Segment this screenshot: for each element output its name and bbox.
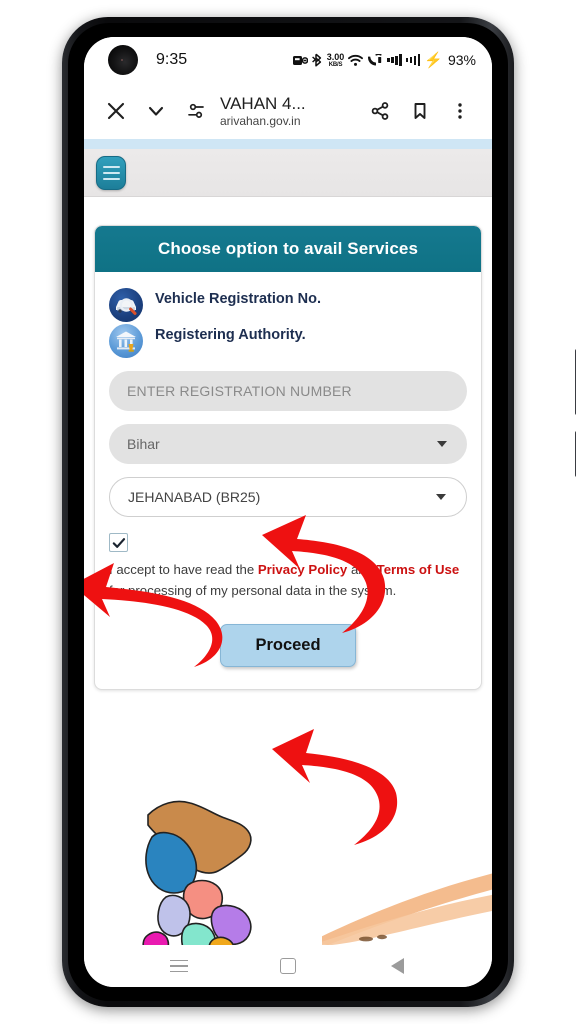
- browser-toolbar: VAHAN 4... arivahan.gov.in: [84, 83, 492, 139]
- overflow-menu-icon[interactable]: [440, 91, 480, 131]
- battery-percent: 93%: [447, 52, 476, 68]
- card-body: Vehicle Registration No. Registering Aut…: [95, 272, 481, 689]
- net-speed-icon: 3.00 KB/S: [326, 51, 345, 68]
- share-icon[interactable]: [360, 91, 400, 131]
- rto-select-value: JEHANABAD (BR25): [128, 489, 261, 505]
- net-speed-value: 3.00: [326, 51, 345, 62]
- consent-text: I accept to have read the Privacy Policy…: [109, 559, 467, 602]
- option-vehicle-registration[interactable]: Vehicle Registration No.: [109, 288, 467, 322]
- vehicle-registration-icon: [109, 288, 143, 322]
- card-header-title: Choose option to avail Services: [95, 226, 481, 272]
- bluetooth-icon: [311, 53, 323, 67]
- page-url: arivahan.gov.in: [220, 113, 301, 128]
- chevron-down-icon: [436, 494, 446, 500]
- signal-bars-sim2-icon: [405, 54, 421, 66]
- page-title: VAHAN 4...: [220, 94, 306, 114]
- front-camera-punch-hole: [108, 45, 138, 75]
- checkmark-icon: [112, 537, 125, 548]
- consent-text-part3: for processing of my personal data in th…: [109, 583, 397, 599]
- option-label: Registering Authority.: [155, 327, 306, 343]
- vibrate-icon: [292, 54, 308, 67]
- india-map-illustration: [142, 800, 252, 945]
- phone-frame: 9:35 3.00 KB/S ⚡ 93% VAHAN 4... arivahan…: [62, 17, 576, 1007]
- consent-text-part1: I accept to have read the: [109, 562, 258, 577]
- android-nav-bar: [84, 945, 492, 987]
- web-page-content: Choose option to avail Services Vehicle …: [84, 139, 492, 945]
- registering-authority-icon: [109, 324, 143, 358]
- bookmark-icon[interactable]: [400, 91, 440, 131]
- service-card: Choose option to avail Services Vehicle …: [94, 225, 482, 690]
- registration-number-input[interactable]: ENTER REGISTRATION NUMBER: [109, 371, 467, 411]
- recents-icon[interactable]: [166, 953, 192, 979]
- consent-text-part2: and: [347, 562, 377, 577]
- rto-select[interactable]: JEHANABAD (BR25): [109, 477, 467, 517]
- chevron-down-icon[interactable]: [136, 91, 176, 131]
- privacy-policy-link[interactable]: Privacy Policy: [258, 562, 347, 577]
- status-bar: 9:35 3.00 KB/S ⚡ 93%: [84, 37, 492, 83]
- proceed-button-wrap: Proceed: [109, 623, 467, 667]
- net-speed-unit: KB/S: [328, 61, 343, 68]
- home-icon[interactable]: [275, 953, 301, 979]
- consent-checkbox[interactable]: [109, 533, 128, 552]
- site-toolbar: [84, 149, 492, 197]
- close-icon[interactable]: [96, 91, 136, 131]
- orange-curve-decoration: [322, 873, 492, 945]
- status-icons: 3.00 KB/S ⚡ 93%: [292, 51, 476, 69]
- wifi-icon: [348, 54, 364, 67]
- state-select-value: Bihar: [127, 436, 160, 452]
- page-top-strip: [84, 139, 492, 149]
- page-info-icon[interactable]: [176, 91, 216, 131]
- signal-bars-sim1-icon: [387, 54, 402, 66]
- call-wifi-icon: [367, 53, 383, 67]
- charging-bolt-icon: ⚡: [424, 52, 443, 69]
- chevron-down-icon: [437, 441, 447, 447]
- status-time: 9:35: [156, 51, 188, 68]
- page-title-block[interactable]: VAHAN 4... arivahan.gov.in: [216, 94, 360, 128]
- terms-of-use-link[interactable]: Terms of Use: [377, 562, 460, 577]
- consent-row: I accept to have read the Privacy Policy…: [109, 533, 467, 602]
- proceed-button[interactable]: Proceed: [220, 623, 356, 667]
- option-registering-authority[interactable]: Registering Authority.: [109, 324, 467, 358]
- state-select[interactable]: Bihar: [109, 424, 467, 464]
- option-label: Vehicle Registration No.: [155, 291, 321, 307]
- red-arrow-pointing-to-proceed-button: [272, 729, 398, 845]
- hamburger-menu-icon[interactable]: [96, 155, 126, 190]
- phone-screen: 9:35 3.00 KB/S ⚡ 93% VAHAN 4... arivahan…: [84, 37, 492, 987]
- back-icon[interactable]: [384, 953, 410, 979]
